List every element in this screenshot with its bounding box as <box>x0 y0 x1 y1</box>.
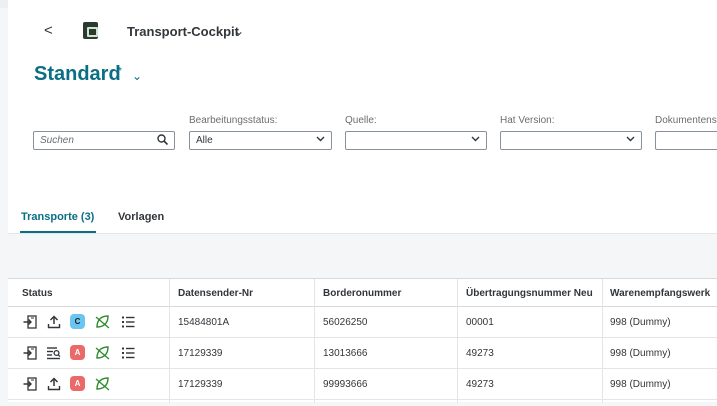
table-row[interactable]: A 17129339 99993666 49273 998 (Dummy) <box>8 369 717 400</box>
app-title[interactable]: Transport-Cockpit <box>127 24 239 39</box>
leaf-icon[interactable] <box>95 345 110 360</box>
chevron-down-icon[interactable] <box>316 134 325 143</box>
filter-label-hat-version: Hat Version: <box>500 115 555 126</box>
upload-icon[interactable] <box>46 376 61 391</box>
upload-icon[interactable] <box>46 314 61 329</box>
tab-active-indicator <box>20 231 96 233</box>
cell-datensender: 15484801A <box>178 317 230 328</box>
cell-warenempfangswerk: 998 (Dummy) <box>610 317 671 328</box>
filter-select-quelle[interactable] <box>345 131 487 150</box>
import-icon[interactable] <box>22 345 37 360</box>
import-icon[interactable] <box>22 376 37 391</box>
cell-datensender: 17129339 <box>178 379 223 390</box>
column-header-borderonummer[interactable]: Borderonummer <box>323 288 401 299</box>
tab-transporte[interactable]: Transporte (3) <box>21 211 94 223</box>
filter-select-hat-version[interactable] <box>500 131 642 150</box>
search-icon[interactable] <box>157 134 168 145</box>
search-placeholder: Suchen <box>40 135 74 146</box>
app-logo <box>83 22 98 39</box>
leaf-icon[interactable] <box>95 376 110 391</box>
cell-borderonummer: 13013666 <box>323 348 368 359</box>
chevron-down-icon[interactable] <box>471 134 480 143</box>
tab-bar: Transporte (3) Vorlagen <box>0 211 717 235</box>
filter-select-dokumentens[interactable] <box>655 131 717 150</box>
table-row[interactable]: C 15484801A 56026250 00001 998 (Dummy) <box>8 307 717 338</box>
column-header-uebertragungsnummer[interactable]: Übertragungsnummer Neu <box>466 288 593 299</box>
leaf-icon[interactable] <box>95 314 110 329</box>
import-icon[interactable] <box>22 314 37 329</box>
cell-warenempfangswerk: 998 (Dummy) <box>610 348 671 359</box>
back-icon[interactable]: < <box>44 23 58 38</box>
filter-select-bearbeitungsstatus[interactable]: Alle <box>189 131 332 150</box>
variant-chevron-down-icon[interactable]: ⌄ <box>132 69 142 83</box>
cell-uebertragungsnummer: 49273 <box>466 348 494 359</box>
tab-vorlagen[interactable]: Vorlagen <box>118 211 164 223</box>
filter-label-quelle: Quelle: <box>345 115 377 126</box>
cell-borderonummer: 56026250 <box>323 317 368 328</box>
list-icon[interactable] <box>120 314 135 329</box>
cell-uebertragungsnummer: 00001 <box>466 317 494 328</box>
list-icon[interactable] <box>120 345 135 360</box>
column-header-warenempfangswerk[interactable]: Warenempfangswerk <box>610 288 710 299</box>
filter-value-bearbeitungsstatus: Alle <box>196 135 213 146</box>
status-badge-c: C <box>70 314 85 329</box>
app-title-chevron-down-icon[interactable]: ⌄ <box>234 24 244 38</box>
search-input[interactable]: Suchen <box>33 131 175 150</box>
chevron-down-icon[interactable] <box>626 134 635 143</box>
column-header-status[interactable]: Status <box>22 288 53 299</box>
table-header: Status Datensender-Nr Borderonummer Über… <box>8 279 717 307</box>
status-badge-a: A <box>70 345 85 360</box>
variant-title[interactable]: Standard <box>34 63 121 86</box>
cell-datensender: 17129339 <box>178 348 223 359</box>
transport-table: Status Datensender-Nr Borderonummer Über… <box>8 278 717 403</box>
status-badge-a: A <box>70 376 85 391</box>
variant-modified-marker: * <box>118 66 122 77</box>
page: < Transport-Cockpit ⌄ Standard * ⌄ Suche… <box>0 0 717 406</box>
filter-label-dokumentens: Dokumentens <box>655 115 717 126</box>
table-row[interactable]: A 17129339 13013666 49273 998 (Dummy) <box>8 338 717 369</box>
document-search-icon[interactable] <box>46 345 61 360</box>
cell-warenempfangswerk: 998 (Dummy) <box>610 379 671 390</box>
column-header-datensender[interactable]: Datensender-Nr <box>178 288 253 299</box>
filter-label-bearbeitungsstatus: Bearbeitungsstatus: <box>189 115 278 126</box>
cell-borderonummer: 99993666 <box>323 379 368 390</box>
cell-uebertragungsnummer: 49273 <box>466 379 494 390</box>
